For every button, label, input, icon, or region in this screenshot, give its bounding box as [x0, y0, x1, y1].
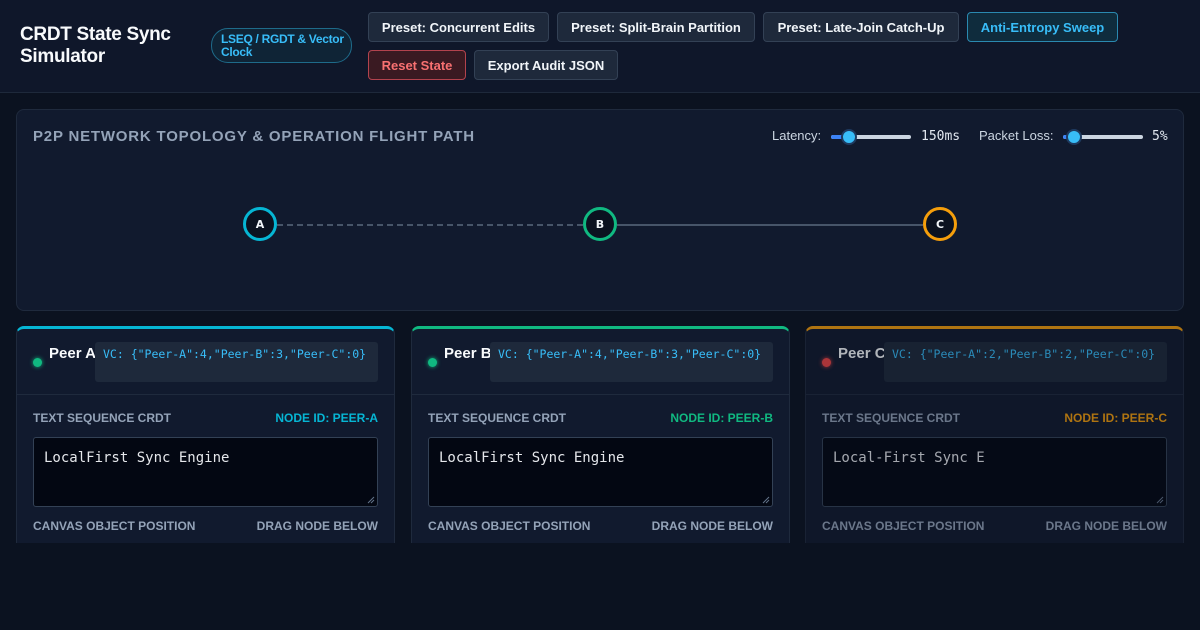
preset-split-brain-button[interactable]: Preset: Split-Brain Partition	[557, 12, 755, 42]
app-title: CRDT State Sync Simulator	[20, 24, 171, 67]
status-indicator-icon	[428, 358, 437, 367]
peer-header: Peer A VC: {"Peer-A":4,"Peer-B":3,"Peer-…	[17, 329, 394, 395]
topology-title: P2P NETWORK TOPOLOGY & OPERATION FLIGHT …	[33, 128, 475, 145]
text-sequence-label: TEXT SEQUENCE CRDT	[822, 411, 961, 425]
vector-clock-display: VC: {"Peer-A":4,"Peer-B":3,"Peer-C":0}	[490, 342, 773, 382]
peer-card-b: Peer B VC: {"Peer-A":4,"Peer-B":3,"Peer-…	[411, 326, 790, 543]
link-a-b	[277, 224, 583, 226]
link-b-c	[617, 224, 923, 226]
packet-loss-slider[interactable]	[1063, 129, 1143, 145]
status-indicator-icon	[822, 358, 831, 367]
anti-entropy-sweep-button[interactable]: Anti-Entropy Sweep	[967, 12, 1118, 42]
text-sequence-label: TEXT SEQUENCE CRDT	[428, 411, 567, 425]
resize-grip-icon[interactable]	[1156, 496, 1164, 504]
packet-loss-slider-thumb[interactable]	[1066, 129, 1083, 145]
latency-value: 150ms	[921, 129, 961, 144]
preset-late-join-button[interactable]: Preset: Late-Join Catch-Up	[763, 12, 959, 42]
topology-panel: P2P NETWORK TOPOLOGY & OPERATION FLIGHT …	[16, 109, 1184, 311]
canvas-position-label: CANVAS OBJECT POSITION	[33, 519, 196, 533]
peer-header: Peer C VC: {"Peer-A":2,"Peer-B":2,"Peer-…	[806, 329, 1183, 395]
canvas-position-label: CANVAS OBJECT POSITION	[428, 519, 591, 533]
resize-grip-icon[interactable]	[367, 496, 375, 504]
app-header: CRDT State Sync Simulator LSEQ / RGDT & …	[0, 0, 1200, 93]
resize-grip-icon[interactable]	[762, 496, 770, 504]
peer-card-a: Peer A VC: {"Peer-A":4,"Peer-B":3,"Peer-…	[16, 326, 395, 543]
network-node-b[interactable]: B	[583, 207, 617, 241]
drag-hint-label: DRAG NODE BELOW	[651, 519, 773, 533]
network-node-c[interactable]: C	[923, 207, 957, 241]
peer-name: Peer C	[838, 345, 886, 362]
algorithm-badge: LSEQ / RGDT & Vector Clock	[211, 28, 352, 63]
vector-clock-display: VC: {"Peer-A":4,"Peer-B":3,"Peer-C":0}	[95, 342, 378, 382]
packet-loss-label: Packet Loss:	[979, 128, 1054, 143]
node-id-label: NODE ID: PEER-A	[275, 411, 378, 425]
text-sequence-editor[interactable]: Local-First Sync E	[822, 437, 1167, 507]
vector-clock-display: VC: {"Peer-A":2,"Peer-B":2,"Peer-C":0}	[884, 342, 1167, 382]
canvas-position-label: CANVAS OBJECT POSITION	[822, 519, 985, 533]
network-node-a[interactable]: A	[243, 207, 277, 241]
text-sequence-editor[interactable]: LocalFirst Sync Engine	[33, 437, 378, 507]
peer-name: Peer A	[49, 345, 96, 362]
packet-loss-value: 5%	[1152, 129, 1168, 144]
latency-slider[interactable]	[831, 129, 911, 145]
drag-hint-label: DRAG NODE BELOW	[256, 519, 378, 533]
peer-card-c: Peer C VC: {"Peer-A":2,"Peer-B":2,"Peer-…	[805, 326, 1184, 543]
peer-name: Peer B	[444, 345, 492, 362]
peer-header: Peer B VC: {"Peer-A":4,"Peer-B":3,"Peer-…	[412, 329, 789, 395]
status-indicator-icon	[33, 358, 42, 367]
latency-label: Latency:	[772, 128, 822, 143]
reset-state-button[interactable]: Reset State	[368, 50, 466, 80]
text-sequence-label: TEXT SEQUENCE CRDT	[33, 411, 172, 425]
export-audit-json-button[interactable]: Export Audit JSON	[474, 50, 618, 80]
drag-hint-label: DRAG NODE BELOW	[1045, 519, 1167, 533]
preset-concurrent-edits-button[interactable]: Preset: Concurrent Edits	[368, 12, 549, 42]
node-id-label: NODE ID: PEER-C	[1064, 411, 1167, 425]
latency-slider-thumb[interactable]	[840, 129, 857, 145]
node-id-label: NODE ID: PEER-B	[670, 411, 773, 425]
text-sequence-editor[interactable]: LocalFirst Sync Engine	[428, 437, 773, 507]
